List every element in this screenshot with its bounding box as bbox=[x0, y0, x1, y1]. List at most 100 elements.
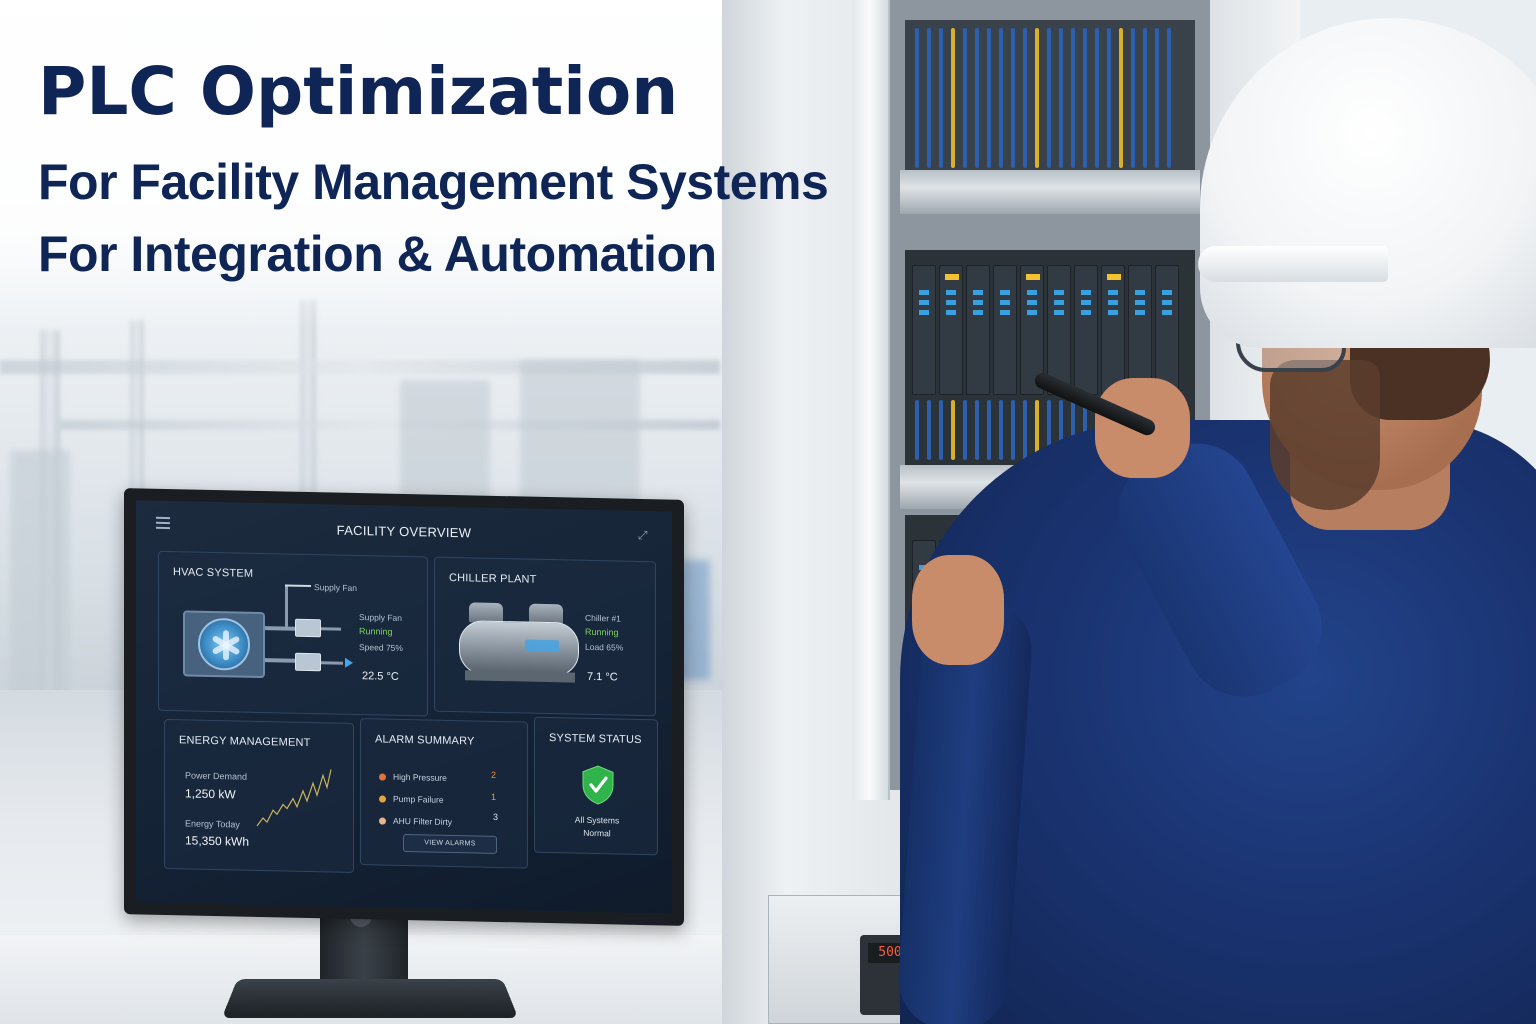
air-handler-unit bbox=[183, 610, 265, 679]
fan-icon bbox=[198, 617, 250, 671]
plc-io-module bbox=[1074, 265, 1098, 395]
monitor-base bbox=[221, 979, 519, 1019]
control-wire bbox=[1059, 28, 1063, 168]
system-status-title: SYSTEM STATUS bbox=[549, 732, 642, 746]
control-wire bbox=[951, 400, 955, 460]
control-wire bbox=[915, 400, 919, 460]
facility-dashboard: FACILITY OVERVIEW ⤢ HVAC SYSTEM Supply F… bbox=[136, 500, 672, 914]
hvac-temperature: 22.5 °C bbox=[362, 670, 399, 683]
plc-io-module bbox=[1155, 265, 1179, 395]
control-wire bbox=[915, 28, 919, 168]
expand-icon[interactable]: ⤢ bbox=[638, 528, 650, 542]
control-wire bbox=[1155, 28, 1159, 168]
duct bbox=[265, 626, 295, 631]
control-wire bbox=[939, 28, 943, 168]
chiller-panel[interactable]: CHILLER PLANT Chiller #1 Running Load 65… bbox=[434, 556, 656, 717]
control-wire bbox=[999, 28, 1003, 168]
hvac-status-label: Supply Fan bbox=[359, 612, 402, 623]
alarm-item[interactable]: High Pressure 2 bbox=[379, 769, 519, 784]
chiller-load: Load 65% bbox=[585, 641, 624, 653]
alarm-panel[interactable]: ALARM SUMMARY High Pressure 2 Pump Failu… bbox=[360, 718, 528, 869]
alarm-count: 2 bbox=[491, 769, 497, 780]
airflow-arrow-icon bbox=[345, 657, 353, 668]
damper-icon bbox=[295, 618, 321, 638]
control-wire bbox=[1095, 28, 1099, 168]
alarm-label: AHU Filter Dirty bbox=[393, 815, 453, 828]
control-wire bbox=[1023, 28, 1027, 168]
plc-io-module bbox=[1128, 265, 1152, 395]
headline-subtitle-1: For Facility Management Systems bbox=[38, 154, 829, 210]
alarm-item[interactable]: Pump Failure 1 bbox=[379, 791, 519, 806]
alarm-label: Pump Failure bbox=[393, 793, 444, 805]
energy-today-value: 15,350 kWh bbox=[185, 833, 250, 849]
control-wire bbox=[975, 400, 979, 460]
control-wire bbox=[1119, 28, 1123, 168]
control-wire bbox=[927, 400, 931, 460]
hard-hat-brim bbox=[1198, 246, 1388, 282]
hvac-title: HVAC SYSTEM bbox=[173, 566, 254, 580]
alarm-dot-icon bbox=[379, 795, 386, 803]
control-wire bbox=[939, 400, 943, 460]
control-wire bbox=[951, 28, 955, 168]
headline: PLC Optimization For Facility Management… bbox=[38, 52, 829, 290]
plc-io-module bbox=[912, 265, 936, 395]
control-wire bbox=[1107, 28, 1111, 168]
technician-beard bbox=[1270, 360, 1380, 510]
system-status-panel[interactable]: SYSTEM STATUS All Systems Normal bbox=[534, 716, 658, 856]
control-wire bbox=[999, 400, 1003, 460]
hvac-panel[interactable]: HVAC SYSTEM Supply Fan Supply Fan Runnin… bbox=[158, 550, 428, 717]
cabinet-door bbox=[852, 0, 890, 800]
chiller-band bbox=[525, 639, 559, 653]
system-status-line2: Normal bbox=[583, 827, 611, 839]
plc-io-module bbox=[993, 265, 1017, 395]
control-wire bbox=[987, 400, 991, 460]
control-wire bbox=[963, 400, 967, 460]
supply-fan-callout: Supply Fan bbox=[314, 582, 357, 594]
damper-icon bbox=[295, 652, 321, 672]
technician-left-hand bbox=[912, 555, 1004, 665]
control-wire bbox=[1143, 28, 1147, 168]
energy-today-label: Energy Today bbox=[185, 818, 240, 830]
control-wire bbox=[1011, 28, 1015, 168]
chiller-unit: Chiller #1 bbox=[585, 612, 621, 624]
plc-io-module bbox=[966, 265, 990, 395]
control-wire bbox=[1011, 400, 1015, 460]
control-wire bbox=[963, 28, 967, 168]
view-alarms-button[interactable]: VIEW ALARMS bbox=[403, 833, 497, 854]
control-wire bbox=[927, 28, 931, 168]
power-demand-value: 1,250 kW bbox=[185, 786, 236, 802]
plc-io-module bbox=[939, 265, 963, 395]
callout-line bbox=[285, 584, 311, 588]
control-wire bbox=[1071, 28, 1075, 168]
alarm-dot-icon bbox=[379, 773, 386, 781]
control-wire bbox=[1131, 28, 1135, 168]
chiller-icon bbox=[459, 620, 579, 677]
headline-subtitle-2: For Integration & Automation bbox=[38, 226, 717, 282]
monitor: FACILITY OVERVIEW ⤢ HVAC SYSTEM Supply F… bbox=[124, 488, 684, 926]
duct bbox=[265, 658, 295, 663]
control-wire bbox=[1047, 28, 1051, 168]
duct bbox=[321, 661, 343, 665]
chiller-title: CHILLER PLANT bbox=[449, 571, 537, 586]
chiller-temperature: 7.1 °C bbox=[587, 670, 618, 684]
alarm-count: 3 bbox=[493, 811, 499, 822]
alarm-count: 1 bbox=[491, 791, 497, 802]
chiller-status: Running bbox=[585, 626, 619, 638]
energy-title: ENERGY MANAGEMENT bbox=[179, 734, 311, 750]
alarm-label: High Pressure bbox=[393, 771, 447, 783]
control-wire bbox=[975, 28, 979, 168]
control-wire bbox=[1167, 28, 1171, 168]
plc-io-module bbox=[1101, 265, 1125, 395]
cabinet-shelf bbox=[900, 170, 1200, 214]
check-shield-icon bbox=[582, 765, 614, 805]
hvac-speed: Speed 75% bbox=[359, 642, 403, 653]
dashboard-topbar: FACILITY OVERVIEW ⤢ bbox=[136, 500, 672, 555]
duct bbox=[285, 584, 288, 627]
alarm-item[interactable]: AHU Filter Dirty 3 bbox=[379, 811, 519, 828]
hvac-status: Running bbox=[359, 626, 393, 637]
system-status-line1: All Systems bbox=[574, 814, 620, 826]
control-wire bbox=[1023, 400, 1027, 460]
energy-panel[interactable]: ENERGY MANAGEMENT Power Demand 1,250 kW … bbox=[164, 718, 354, 873]
headline-title: PLC Optimization bbox=[38, 53, 679, 130]
energy-trend-sparkline bbox=[256, 769, 332, 827]
